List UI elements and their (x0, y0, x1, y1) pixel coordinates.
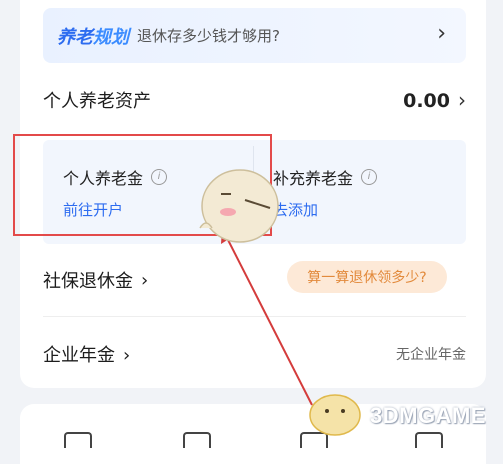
mascot-icon (199, 169, 279, 243)
annotation-arrow (224, 233, 313, 406)
mascot-small-icon (309, 394, 361, 436)
annotation-overlay (199, 169, 361, 436)
watermark-logo: 3DMGAME (370, 403, 486, 428)
